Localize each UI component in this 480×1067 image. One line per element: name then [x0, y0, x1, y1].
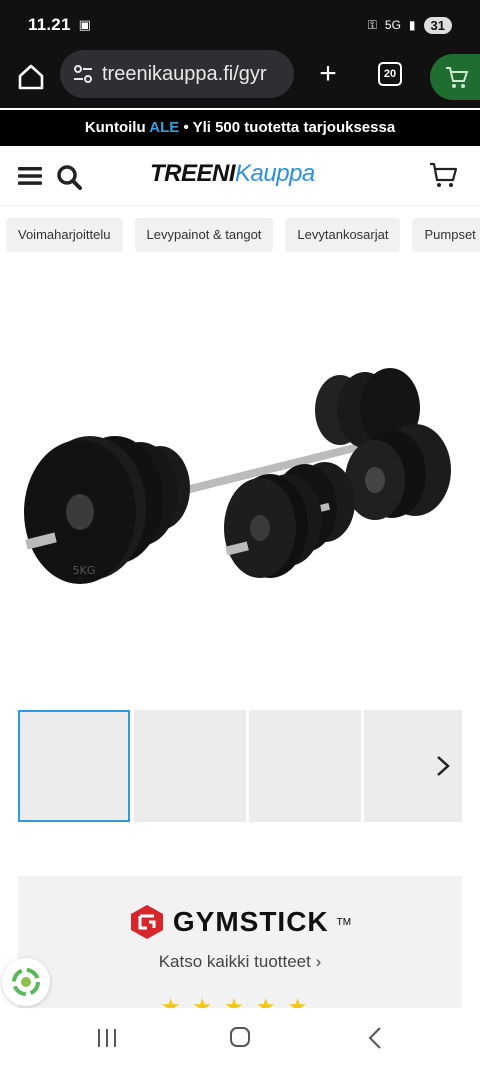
category-chip[interactable]: Levypainot & tangot [134, 218, 274, 252]
tab-switcher-button[interactable]: 20 [378, 62, 402, 86]
category-chip[interactable]: Levytankosarjat [285, 218, 401, 252]
thumbnail-3[interactable] [249, 710, 361, 822]
brand-logo[interactable]: GYMSTICK TM [18, 904, 462, 940]
menu-icon[interactable] [18, 166, 42, 186]
promo-banner[interactable]: Kuntoilu ALE • Yli 500 tuotetta tarjouks… [0, 110, 480, 146]
brand-tm: TM [336, 916, 352, 928]
gymstick-logo-icon [130, 905, 163, 939]
brand-link-label: Katso kaikki tuotteet [158, 952, 311, 971]
promo-highlight: ALE [149, 119, 180, 136]
recent-apps-icon[interactable] [96, 1028, 118, 1048]
thumbnail-1[interactable] [18, 710, 130, 822]
notification-icon: ▣ [78, 17, 91, 32]
brand-card: GYMSTICK TM Katso kaikki tuotteet › ★★★★★ [18, 876, 462, 1019]
site-logo[interactable]: TREENIKauppa [150, 160, 315, 188]
home-nav-icon[interactable] [229, 1026, 251, 1048]
chevron-right-icon [437, 756, 450, 776]
status-time: 11.21 [28, 15, 71, 34]
category-chip[interactable]: Pumpset [412, 218, 480, 252]
category-chip[interactable]: Voimaharjoittelu [6, 218, 123, 252]
system-nav-bar [0, 1008, 480, 1067]
logo-bold: TREENI [150, 160, 236, 187]
promo-prefix: Kuntoilu [84, 119, 146, 136]
svg-text:5KG: 5KG [73, 564, 96, 577]
eco-badge[interactable] [2, 958, 50, 1006]
product-image[interactable]: 5KG [20, 360, 460, 610]
search-icon[interactable] [56, 164, 82, 190]
address-bar[interactable]: treenikauppa.fi/gyr [60, 50, 294, 98]
logo-light: Kauppa [235, 160, 315, 187]
signal-icon: ▮ [408, 18, 416, 32]
back-icon[interactable] [366, 1026, 384, 1050]
thumbnail-gallery [18, 710, 462, 824]
cart-check-icon [446, 67, 469, 88]
category-chips: Voimaharjoittelu Levypainot & tangot Lev… [6, 218, 480, 254]
url-text: treenikauppa.fi/gyr [102, 62, 267, 85]
home-icon[interactable] [14, 60, 48, 94]
battery-indicator: 31 [423, 16, 452, 34]
recycle-icon [12, 968, 40, 996]
network-label: 5G [384, 18, 401, 32]
barbell-left-plates: 5KG [24, 436, 190, 584]
extension-cart-button[interactable] [430, 54, 480, 100]
site-settings-icon[interactable] [72, 63, 94, 85]
browser-toolbar: treenikauppa.fi/gyr + 20 [0, 50, 480, 108]
gallery-next-button[interactable] [424, 710, 462, 822]
status-right: ⚿ 5G ▮ 31 [367, 16, 452, 34]
new-tab-icon[interactable]: + [312, 56, 344, 92]
site-header: TREENIKauppa [0, 146, 480, 206]
brand-products-link[interactable]: Katso kaikki tuotteet › [18, 952, 462, 972]
thumbnail-2[interactable] [134, 710, 246, 822]
brand-name: GYMSTICK [172, 906, 329, 937]
cart-icon[interactable] [428, 160, 458, 190]
promo-suffix: • Yli 500 tuotetta tarjouksessa [183, 119, 396, 136]
thumbnail-4[interactable] [364, 710, 424, 822]
status-bar: 11.21 ▣ ⚿ 5G ▮ 31 [0, 0, 480, 50]
key-icon: ⚿ [367, 17, 377, 32]
chevron-right-icon: › [315, 952, 322, 971]
